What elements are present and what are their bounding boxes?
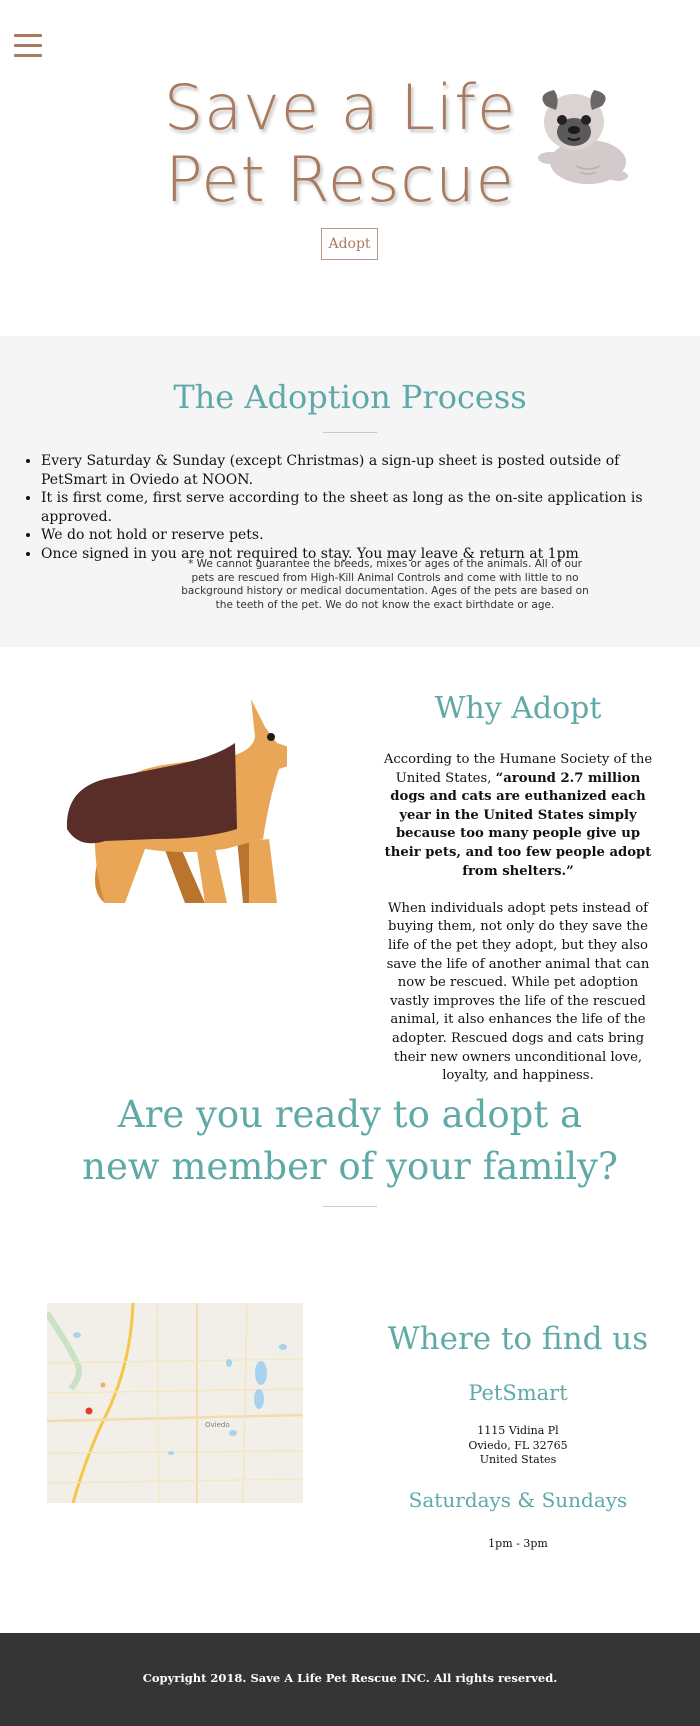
why-adopt-text: According to the Humane Society of the U… bbox=[382, 751, 654, 1104]
list-item: We do not hold or reserve pets. bbox=[41, 526, 686, 545]
german-shepherd-icon bbox=[66, 699, 287, 903]
address-line2: Oviedo, FL 32765 bbox=[468, 1438, 568, 1452]
why-adopt-quote-paragraph: According to the Humane Society of the U… bbox=[382, 751, 654, 881]
adoption-disclaimer: * We cannot guarantee the breeds, mixes … bbox=[181, 558, 589, 611]
hero-header: Save a Life Pet Rescue Adopt bbox=[0, 0, 700, 336]
adoption-process-title: The Adoption Process bbox=[173, 378, 527, 416]
copyright-text: Copyright 2018. Save A Life Pet Rescue I… bbox=[142, 1671, 558, 1685]
adoption-days: Saturdays & Sundays bbox=[408, 1488, 628, 1512]
store-address: 1115 Vidina Pl Oviedo, FL 32765 United S… bbox=[380, 1424, 656, 1468]
why-adopt-quote: “around 2.7 million dogs and cats are eu… bbox=[384, 770, 652, 879]
address-line3: United States bbox=[479, 1453, 557, 1466]
list-item: Every Saturday & Sunday (except Christma… bbox=[41, 452, 686, 489]
ready-to-adopt-section: Are you ready to adopt a new member of y… bbox=[0, 1089, 700, 1287]
list-item: It is first come, first serve according … bbox=[41, 489, 686, 526]
ready-heading-line1: Are you ready to adopt a bbox=[117, 1093, 583, 1136]
pug-icon bbox=[538, 90, 628, 184]
hamburger-icon[interactable] bbox=[14, 34, 42, 58]
map-city-label: Oviedo bbox=[205, 1421, 230, 1429]
why-adopt-section: Why Adopt According to the Humane Societ… bbox=[0, 647, 700, 1089]
store-name: PetSmart bbox=[468, 1381, 568, 1405]
location-map[interactable]: Oviedo bbox=[47, 1303, 303, 1503]
adoption-steps-list: Every Saturday & Sunday (except Christma… bbox=[41, 452, 686, 563]
location-section: Oviedo Where to find us PetSmart 1115 Vi… bbox=[0, 1287, 700, 1633]
title-divider bbox=[323, 432, 377, 433]
why-adopt-body: When individuals adopt pets instead of b… bbox=[386, 900, 650, 1084]
adopt-button[interactable]: Adopt bbox=[321, 228, 378, 260]
ready-divider bbox=[323, 1206, 377, 1207]
why-adopt-title: Why Adopt bbox=[434, 691, 602, 726]
site-footer: Copyright 2018. Save A Life Pet Rescue I… bbox=[0, 1633, 700, 1726]
address-line1: 1115 Vidina Pl bbox=[477, 1424, 559, 1437]
adoption-hours: 1pm - 3pm bbox=[488, 1537, 548, 1550]
where-to-find-title: Where to find us bbox=[387, 1321, 649, 1357]
ready-heading: Are you ready to adopt a new member of y… bbox=[0, 1089, 700, 1193]
ready-heading-line2: new member of your family? bbox=[82, 1145, 618, 1188]
adoption-process-section: The Adoption Process Every Saturday & Su… bbox=[0, 336, 700, 647]
